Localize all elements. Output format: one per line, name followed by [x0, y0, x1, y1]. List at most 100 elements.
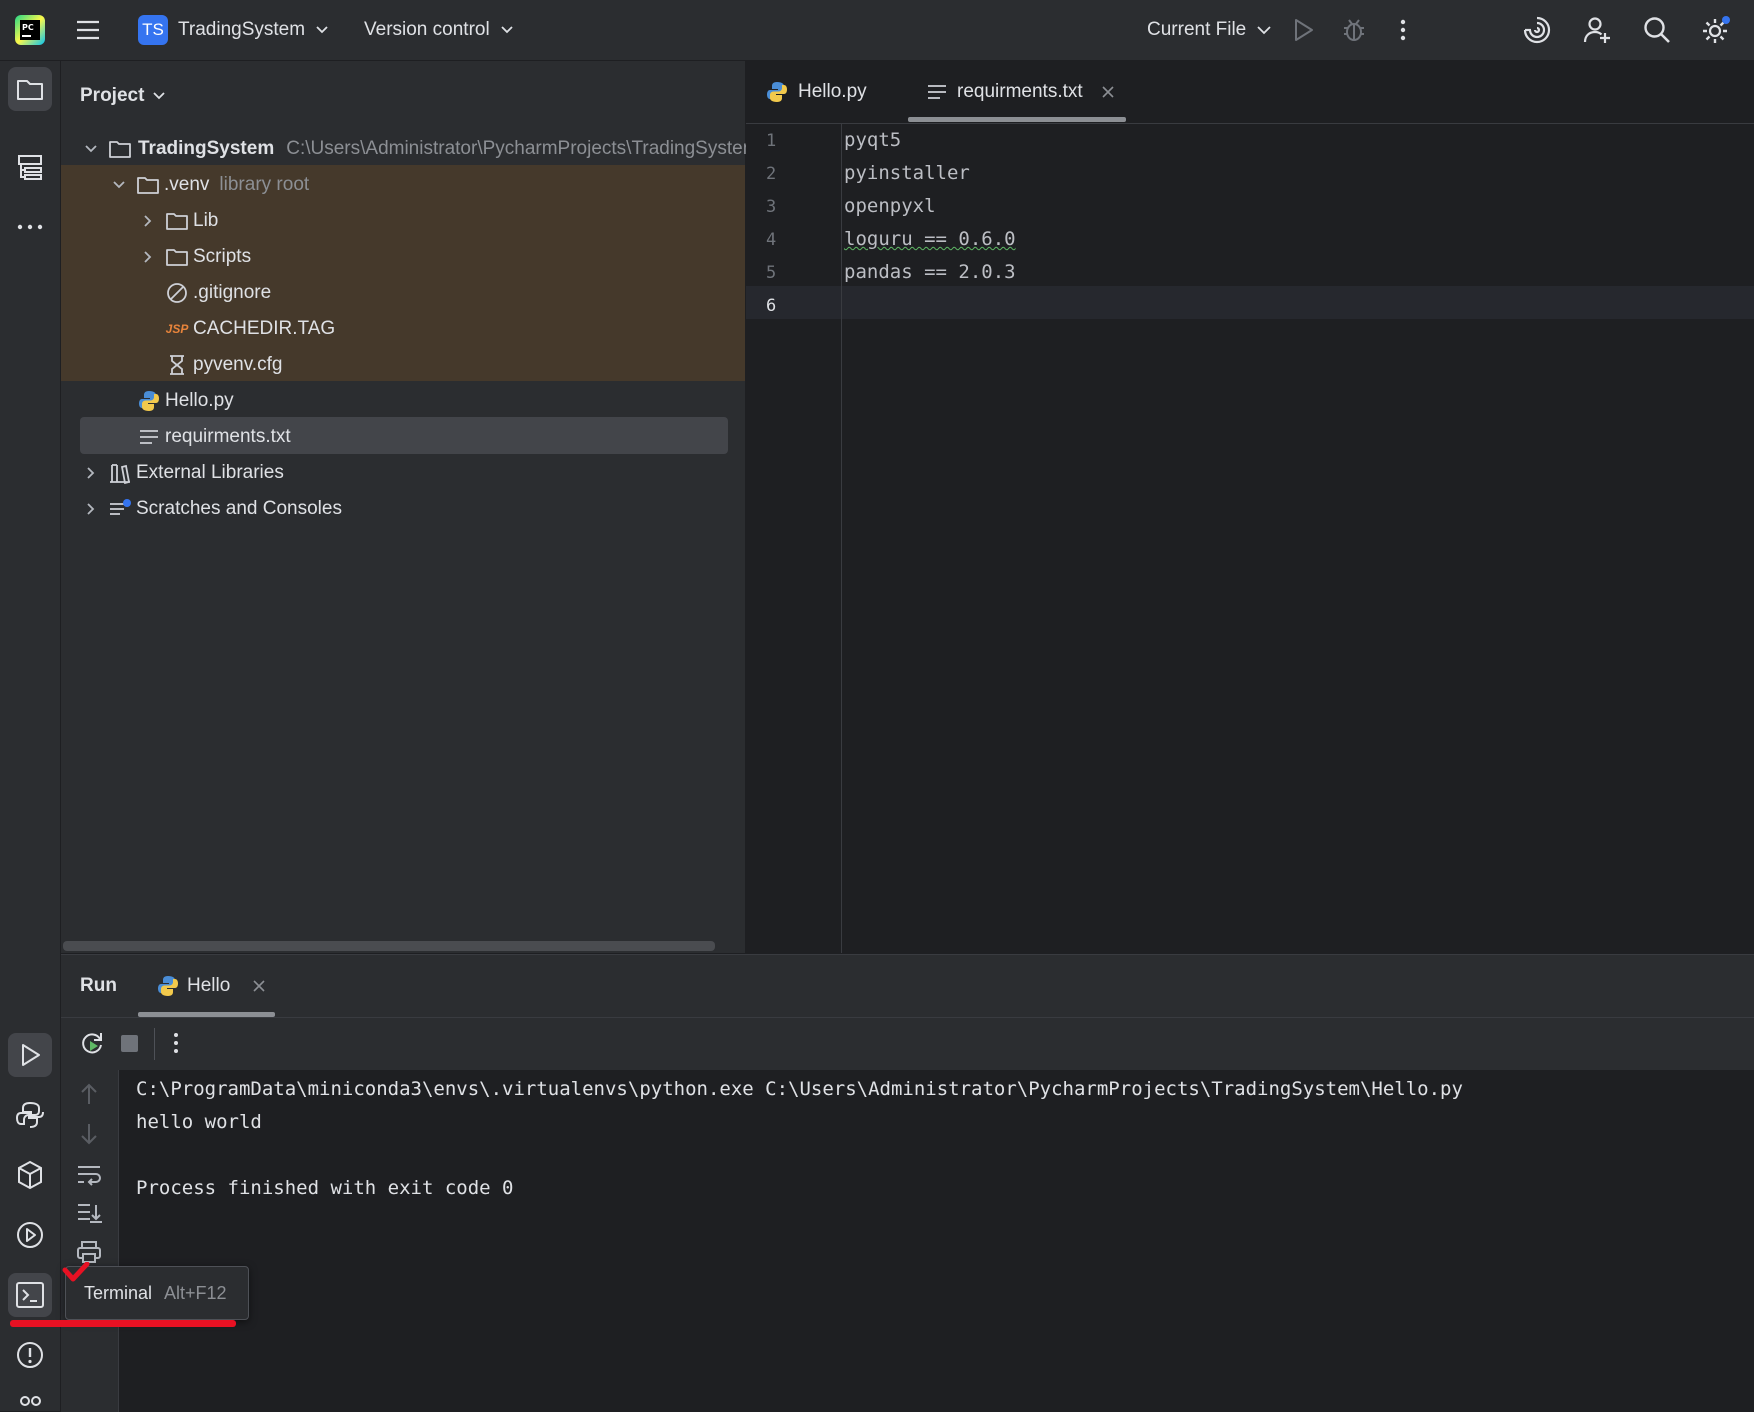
tree-node-scratches[interactable]: Scratches and Consoles: [61, 491, 764, 527]
title-bar: PC TS TradingSystem Version control Curr…: [0, 0, 1754, 61]
print-icon[interactable]: [76, 1240, 102, 1264]
main-menu-icon[interactable]: [74, 0, 102, 60]
run-tool-icon[interactable]: [8, 1033, 52, 1077]
run-side-toolbar: [61, 1070, 119, 1412]
python-packages-icon[interactable]: [8, 1153, 52, 1197]
run-panel-header: Run Hello: [61, 955, 1754, 1018]
chevron-down-icon: [315, 23, 329, 37]
run-icon[interactable]: [1290, 0, 1316, 60]
tab-requirements[interactable]: requirments.txt: [927, 61, 1115, 123]
up-arrow-icon[interactable]: [78, 1082, 100, 1106]
tree-root-path: C:\Users\Administrator\PycharmProjects\T…: [286, 138, 759, 159]
tree-lib-name: Lib: [193, 210, 219, 231]
python-file-icon: [137, 389, 161, 413]
scratches-icon: [108, 497, 132, 521]
more-actions-icon[interactable]: [1394, 0, 1412, 60]
chevron-down-icon[interactable]: [80, 142, 102, 156]
settings-gear-icon[interactable]: [1700, 0, 1732, 60]
tree-node-tradingsystem[interactable]: TradingSystem C:\Users\Administrator\Pyc…: [61, 131, 764, 167]
tree-node-venv[interactable]: .venv library root: [61, 167, 792, 203]
code-line: pyqt5: [844, 129, 902, 151]
more-run-actions-icon[interactable]: [171, 1030, 181, 1056]
tree-pyvenv-name: pyvenv.cfg: [193, 354, 283, 375]
services-icon[interactable]: [8, 1213, 52, 1257]
code-line: pandas == 2.0.3: [844, 261, 1016, 283]
text-file-icon: [137, 425, 161, 449]
search-icon[interactable]: [1642, 0, 1672, 60]
ignored-file-icon: [165, 281, 189, 305]
structure-icon[interactable]: [8, 145, 52, 189]
jsp-badge: JSP: [165, 322, 189, 336]
run-config-selector[interactable]: Current File: [1147, 0, 1272, 60]
tab-requirements-label: requirments.txt: [957, 81, 1083, 102]
console-output[interactable]: C:\ProgramData\miniconda3\envs\.virtuale…: [119, 1070, 1754, 1412]
code-with-me-icon[interactable]: [1582, 0, 1612, 60]
code-text-area[interactable]: pyqt5 pyinstaller openpyxl loguru == 0.6…: [746, 123, 1754, 953]
problems-icon[interactable]: [8, 1333, 52, 1377]
version-control-label: Version control: [364, 19, 490, 40]
pycharm-logo-icon[interactable]: PC: [14, 0, 46, 60]
tree-node-hello-py[interactable]: Hello.py: [61, 383, 821, 419]
library-icon: [108, 461, 132, 485]
folder-icon: [136, 173, 160, 197]
tree-hello-name: Hello.py: [165, 390, 234, 411]
more-tools-icon[interactable]: [8, 205, 52, 249]
ai-assistant-icon[interactable]: [1522, 0, 1552, 60]
chevron-right-icon[interactable]: [137, 250, 159, 264]
tab-hello-py[interactable]: Hello.py: [766, 61, 867, 123]
down-arrow-icon[interactable]: [78, 1122, 100, 1146]
annotation-underline: [10, 1320, 236, 1327]
config-file-icon: [165, 353, 189, 377]
tree-node-pyvenv[interactable]: pyvenv.cfg: [61, 347, 849, 383]
version-control-tool-icon[interactable]: [8, 1391, 52, 1411]
project-tool-folder-icon[interactable]: [8, 67, 52, 111]
python-console-icon[interactable]: [8, 1093, 52, 1137]
tree-gitignore-name: .gitignore: [193, 282, 272, 303]
editor-area: Hello.py requirments.txt 1 2 3 4 5 6 pyq…: [746, 61, 1754, 953]
scroll-to-end-icon[interactable]: [76, 1202, 102, 1224]
tree-cachedir-name: CACHEDIR.TAG: [193, 318, 336, 339]
project-view-selector[interactable]: Project: [80, 85, 166, 107]
left-tool-strip: [0, 61, 61, 1411]
chevron-down-icon[interactable]: [108, 178, 130, 192]
terminal-tooltip: Terminal Alt+F12: [65, 1266, 249, 1320]
chevron-right-icon[interactable]: [80, 502, 102, 516]
tree-node-gitignore[interactable]: .gitignore: [61, 275, 849, 311]
folder-icon: [108, 137, 132, 161]
chevron-right-icon[interactable]: [80, 466, 102, 480]
tree-venv-name: .venv: [164, 174, 210, 195]
version-control-menu[interactable]: Version control: [364, 0, 514, 60]
tree-node-scripts[interactable]: Scripts: [61, 239, 821, 275]
project-selector[interactable]: TS TradingSystem: [138, 0, 329, 60]
active-run-tab-underline: [138, 1012, 275, 1017]
tree-node-lib[interactable]: Lib: [61, 203, 821, 239]
tree-external-name: External Libraries: [136, 462, 284, 483]
tree-root-name: TradingSystem: [138, 138, 275, 159]
close-run-tab-icon[interactable]: [252, 979, 266, 993]
tree-node-requirements[interactable]: requirments.txt: [61, 419, 821, 455]
tooltip-shortcut: Alt+F12: [164, 1282, 227, 1303]
tree-node-external-libraries[interactable]: External Libraries: [61, 455, 764, 491]
stop-icon[interactable]: [121, 1035, 138, 1052]
horizontal-scrollbar[interactable]: [63, 941, 715, 951]
annotation-check-mark-icon: [62, 1262, 90, 1284]
rerun-icon[interactable]: [79, 1030, 105, 1056]
run-toolbar: [61, 1018, 1754, 1070]
tree-venv-hint: library root: [219, 174, 310, 195]
run-panel-title: Run: [80, 975, 117, 996]
tree-node-cachedir[interactable]: JSP CACHEDIR.TAG: [61, 311, 849, 347]
terminal-icon[interactable]: [8, 1273, 52, 1317]
svg-text:PC: PC: [22, 23, 34, 32]
tree-requirements-name: requirments.txt: [165, 426, 291, 447]
chevron-down-icon: [1256, 22, 1272, 38]
chevron-right-icon[interactable]: [137, 214, 159, 228]
toolbar-divider: [154, 1028, 155, 1060]
close-tab-icon[interactable]: [1101, 85, 1115, 99]
run-tab-hello[interactable]: Hello: [157, 955, 266, 1017]
text-file-icon: [927, 83, 947, 101]
soft-wrap-icon[interactable]: [76, 1164, 102, 1186]
folder-icon: [165, 209, 189, 233]
console-line: C:\ProgramData\miniconda3\envs\.virtuale…: [136, 1078, 1463, 1100]
jsp-file-icon: JSP: [165, 317, 189, 341]
debug-icon[interactable]: [1340, 0, 1368, 60]
